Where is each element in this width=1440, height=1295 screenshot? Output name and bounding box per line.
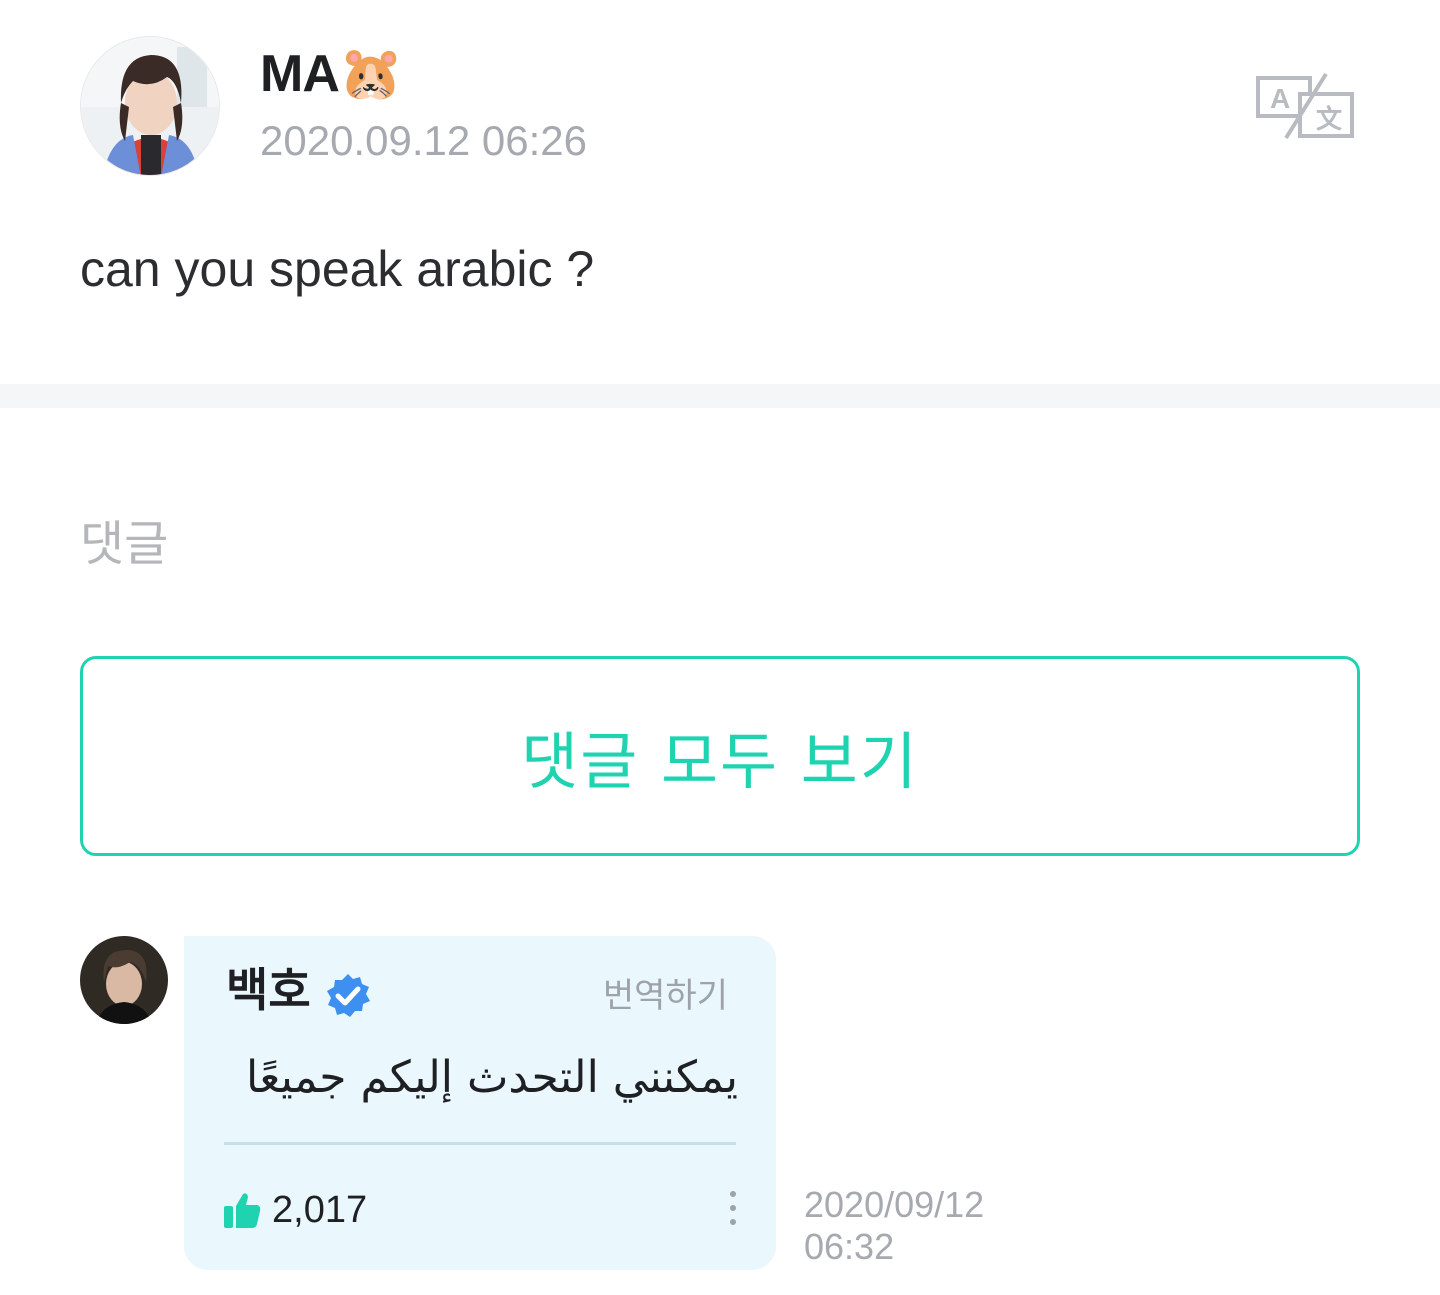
reply-bubble: 백호 번역하기 يمكنني التحدث إليكم جميعًا 2,017: [184, 936, 776, 1270]
verified-badge-icon: [327, 974, 370, 1017]
reply-time: 06:32: [804, 1226, 895, 1267]
post-body: can you speak arabic ?: [80, 241, 595, 297]
comments-section-title: 댓글: [80, 516, 169, 572]
reply-author-name[interactable]: 백호: [226, 960, 311, 1020]
reply-avatar-image: [80, 936, 168, 1024]
reply-author-avatar[interactable]: [80, 936, 168, 1024]
post-timestamp: 2020.09.12 06:26: [260, 117, 587, 164]
svg-text:文: 文: [1316, 104, 1343, 135]
reply-divider: [224, 1142, 736, 1145]
more-vertical-icon: [730, 1191, 736, 1225]
more-options-button[interactable]: [718, 1188, 748, 1228]
svg-text:A: A: [1270, 83, 1290, 114]
reply-date: 2020/09/12: [804, 1184, 985, 1225]
reply-translate-button[interactable]: 번역하기: [603, 974, 728, 1018]
post-header: MA🐹 2020.09.12 06:26 A 文: [80, 36, 1360, 176]
thumbs-up-icon: [224, 1193, 261, 1228]
author-avatar[interactable]: [80, 36, 220, 176]
author-avatar-image: [81, 37, 219, 175]
view-all-comments-button[interactable]: 댓글 모두 보기: [80, 656, 1360, 856]
reply-text: يمكنني التحدث إليكم جميعًا: [245, 1052, 738, 1103]
translate-button[interactable]: A 文: [1256, 72, 1356, 142]
like-count: 2,017: [272, 1189, 368, 1231]
reply-timestamp: 2020/09/12 06:32: [804, 1184, 984, 1268]
author-name[interactable]: MA🐹: [260, 42, 404, 106]
translate-icon: A 文: [1256, 72, 1354, 140]
section-divider: [0, 384, 1440, 408]
view-all-comments-label: 댓글 모두 보기: [521, 725, 919, 798]
like-button[interactable]: 2,017: [222, 1186, 367, 1238]
